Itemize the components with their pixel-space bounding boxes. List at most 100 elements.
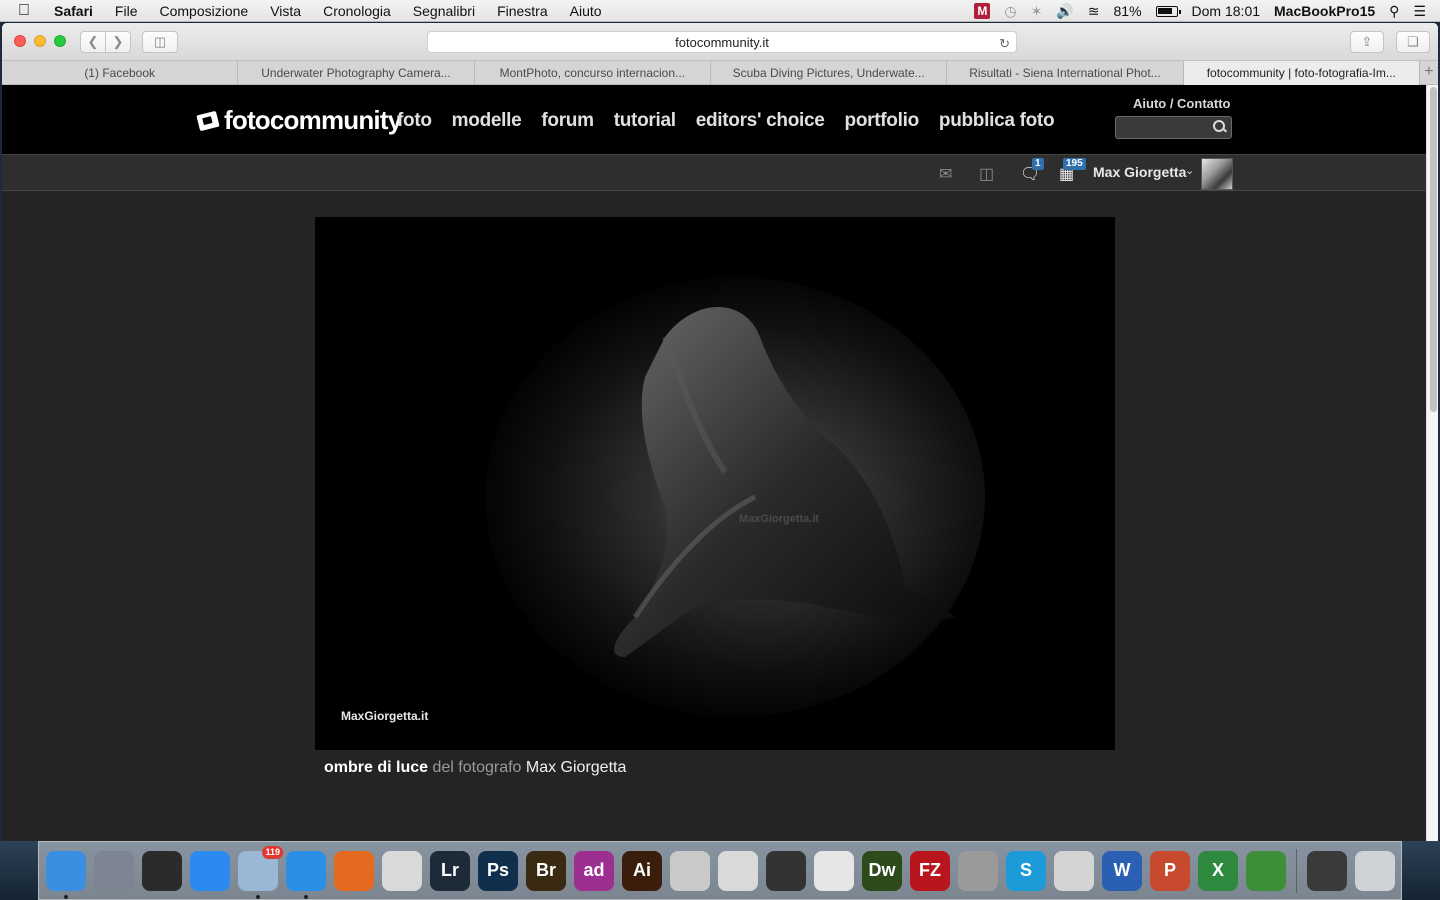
menu-composizione[interactable]: Composizione (159, 3, 248, 19)
photo-author-link[interactable]: Max Giorgetta (526, 759, 626, 776)
nav-portfolio[interactable]: portfolio (845, 110, 920, 132)
dock-photoshop-icon[interactable]: Ps (478, 850, 518, 891)
figure-silhouette (614, 307, 955, 657)
dock-firefox-icon[interactable] (334, 850, 374, 891)
menu-segnalibri[interactable]: Segnalibri (413, 3, 475, 19)
cards-icon[interactable]: ◫ (979, 164, 994, 184)
dock-claquette-icon[interactable] (766, 850, 806, 891)
m-app-icon[interactable]: M (974, 3, 991, 19)
battery-icon[interactable] (1155, 5, 1181, 17)
dock-palette-icon[interactable] (814, 850, 854, 891)
main-photo[interactable]: MaxGiorgetta.it MaxGiorgetta.it (315, 217, 1115, 750)
photo-title[interactable]: ombre di luce (324, 759, 428, 776)
dock-icon-label: P (1163, 860, 1176, 880)
dock-launchpad-icon[interactable] (94, 850, 134, 891)
user-menu[interactable]: Max Giorgetta (1093, 164, 1186, 180)
nav-forum[interactable]: forum (541, 110, 594, 132)
menu-app-name[interactable]: Safari (54, 3, 93, 19)
wifi-icon[interactable]: ≊ (1088, 3, 1100, 20)
time-machine-icon[interactable]: ◷ (1004, 3, 1016, 20)
share-button[interactable]: ⇪ (1350, 31, 1384, 53)
back-button[interactable]: ❮ (80, 31, 106, 53)
notification-center-icon[interactable]: ☰ (1413, 3, 1426, 20)
dock-downloader-icon[interactable] (1246, 850, 1286, 891)
dock-preview-3d-icon[interactable] (1054, 850, 1094, 891)
page-scrollbar[interactable] (1426, 85, 1438, 841)
dock-filezilla-icon[interactable]: FZ (910, 850, 950, 891)
nav-pubblica-foto[interactable]: pubblica foto (939, 110, 1055, 132)
menu-aiuto[interactable]: Aiuto (570, 3, 602, 19)
tabs-icon: ❏ (1407, 34, 1419, 49)
dock-chrome-icon[interactable] (382, 850, 422, 891)
show-tabs-button[interactable]: ❏ (1396, 31, 1430, 53)
nav-foto[interactable]: foto (397, 110, 432, 132)
chevron-down-icon[interactable]: ⌄ (1185, 164, 1194, 177)
comments-count-badge: 1 (1032, 158, 1044, 170)
tab-facebook[interactable]: (1) Facebook (2, 61, 239, 85)
dock-excel-icon[interactable]: X (1198, 850, 1238, 891)
dock-preview-icon[interactable] (670, 850, 710, 891)
dock-mail-icon[interactable]: 119 (238, 845, 283, 899)
running-indicator (64, 894, 68, 899)
tab-fotocommunity[interactable]: fotocommunity | foto-fotografia-Im... (1183, 61, 1420, 85)
dock-lightroom-icon[interactable]: Lr (430, 850, 470, 891)
dock-printer-icon[interactable] (1307, 850, 1347, 891)
menu-bar:  Safari File Composizione Vista Cronolo… (0, 0, 1440, 22)
bluetooth-icon[interactable]: ✶ (1031, 3, 1043, 20)
dock-finder-icon[interactable] (46, 850, 86, 899)
dock-photo-browser-icon[interactable] (142, 850, 182, 891)
tab-siena-results[interactable]: Risultati - Siena International Phot... (947, 61, 1184, 85)
search-icon[interactable] (1213, 120, 1225, 132)
photo-caption: ombre di luce del fotografo Max Giorgett… (324, 759, 626, 777)
dock-powerpoint-icon[interactable]: P (1150, 850, 1190, 891)
user-bar: ✉ ◫ 🗨 1 ▦ 195 Max Giorgetta ⌄ (2, 154, 1426, 191)
menu-file[interactable]: File (115, 3, 138, 19)
sidebar-toggle-button[interactable]: ◫ (142, 31, 178, 53)
battery-percent[interactable]: 81% (1114, 3, 1142, 19)
dock-word-icon[interactable]: W (1102, 850, 1142, 891)
close-window-button[interactable] (14, 35, 26, 47)
dock-safari-icon[interactable] (286, 850, 326, 899)
dock-dreamweaver-icon[interactable]: Dw (862, 850, 902, 891)
tab-scuba-diving[interactable]: Scuba Diving Pictures, Underwate... (711, 61, 948, 85)
forward-button[interactable]: ❯ (105, 31, 131, 53)
mail-icon[interactable]: ✉ (939, 164, 952, 184)
spotlight-icon[interactable]: ⚲ (1389, 3, 1399, 20)
apple-icon[interactable]:  (18, 2, 40, 20)
search-input[interactable] (1116, 117, 1211, 138)
address-bar[interactable]: fotocommunity.it ↻ (427, 31, 1017, 53)
nav-modelle[interactable]: modelle (452, 110, 522, 132)
dock-audition-icon[interactable]: ad (574, 850, 614, 891)
trash-icon[interactable] (1355, 850, 1395, 891)
share-icon: ⇪ (1361, 34, 1373, 49)
nav-editors-choice[interactable]: editors' choice (696, 110, 825, 132)
volume-icon[interactable]: 🔊 (1056, 3, 1073, 20)
help-contact-link[interactable]: Aiuto / Contatto (1133, 96, 1230, 111)
dock-calculator-icon[interactable] (958, 850, 998, 891)
site-logo[interactable]: fotocommunity (196, 105, 402, 136)
tab-montphoto[interactable]: MontPhoto, concurso internacion... (475, 61, 711, 85)
avatar[interactable] (1201, 158, 1233, 190)
clock[interactable]: Dom 18:01 (1192, 3, 1260, 19)
scrollbar-thumb[interactable] (1430, 87, 1437, 412)
minimize-window-button[interactable] (34, 35, 46, 47)
new-tab-button[interactable]: + (1420, 61, 1438, 84)
computer-name[interactable]: MacBookPro15 (1274, 3, 1375, 19)
dock-illustrator-icon[interactable]: Ai (622, 850, 662, 891)
reload-icon[interactable]: ↻ (999, 33, 1010, 54)
zoom-window-button[interactable] (54, 35, 66, 47)
dock-stamp-icon[interactable] (718, 850, 758, 891)
web-content: fotocommunity foto modelle forum tutoria… (2, 85, 1426, 841)
sidebar-icon: ◫ (153, 34, 167, 49)
nav-tutorial[interactable]: tutorial (614, 110, 676, 132)
tab-underwater-photography[interactable]: Underwater Photography Camera... (238, 61, 475, 85)
dock-app-store-icon[interactable] (190, 850, 230, 891)
menu-cronologia[interactable]: Cronologia (323, 3, 391, 19)
menu-finestra[interactable]: Finestra (497, 3, 548, 19)
dock-skype-icon[interactable]: S (1006, 850, 1046, 891)
dock-icon-label: X (1211, 860, 1224, 880)
menu-vista[interactable]: Vista (270, 3, 301, 19)
site-search (1115, 116, 1232, 139)
dock-bridge-icon[interactable]: Br (526, 850, 566, 891)
dock-icon-label: FZ (919, 860, 941, 880)
